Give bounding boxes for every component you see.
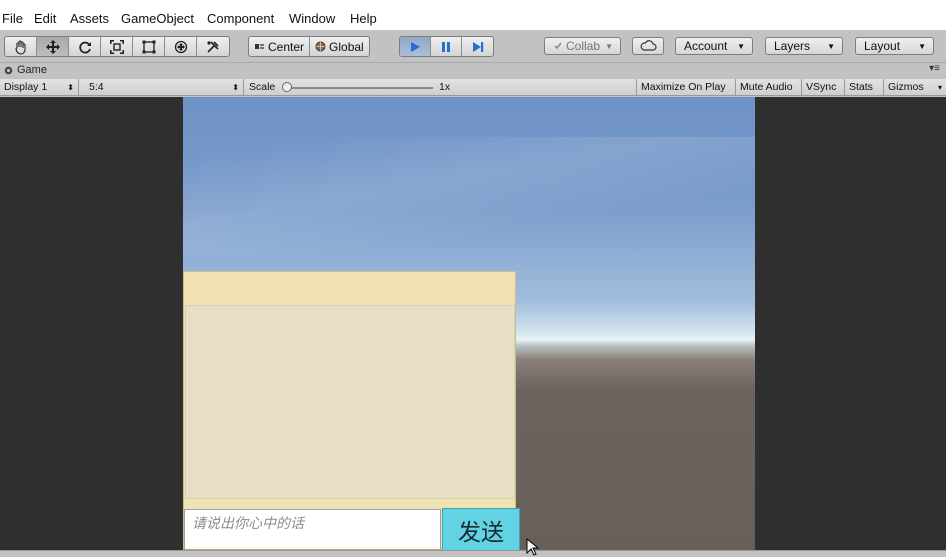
pivot-global-button[interactable]: Global <box>310 37 369 56</box>
custom-tool-button[interactable] <box>197 37 229 56</box>
menu-help[interactable]: Help <box>350 11 377 26</box>
account-label: Account <box>684 39 728 53</box>
stats-toggle[interactable]: Stats <box>845 79 884 96</box>
chevron-down-icon: ▾ <box>937 83 942 92</box>
scale-tool-button[interactable] <box>101 37 133 56</box>
tab-menu-icon[interactable]: ▾≡ <box>929 63 940 74</box>
cloud-button[interactable] <box>632 37 664 55</box>
chevron-down-icon: ▼ <box>605 42 613 51</box>
rect-tool-button[interactable] <box>133 37 165 56</box>
game-tab-bar: Game ▾≡ <box>0 63 946 79</box>
layers-dropdown[interactable]: Layers ▼ <box>765 37 843 55</box>
mute-audio-toggle[interactable]: Mute Audio <box>736 79 802 96</box>
chat-log <box>185 305 515 499</box>
message-input[interactable]: 请说出你心中的话 <box>184 509 441 551</box>
pause-button[interactable] <box>431 37 462 56</box>
pivot-center-button[interactable]: Center <box>249 37 311 56</box>
play-button[interactable] <box>400 37 431 56</box>
vsync-label: VSync <box>806 81 837 93</box>
aspect-label: 5:4 <box>89 81 104 93</box>
vsync-toggle[interactable]: VSync <box>802 79 845 96</box>
playback-controls <box>399 36 494 57</box>
cloud-icon <box>640 40 657 51</box>
step-icon <box>472 41 483 52</box>
maximize-on-play-label: Maximize On Play <box>641 81 726 93</box>
globe-icon <box>315 41 326 52</box>
pivot-center-icon <box>255 44 264 49</box>
scale-value: 1x <box>439 81 451 93</box>
menu-file[interactable]: File <box>2 11 23 26</box>
collab-icon <box>554 42 562 50</box>
transform-tools <box>4 36 230 57</box>
layout-label: Layout <box>864 39 901 53</box>
hand-tool-button[interactable] <box>5 37 37 56</box>
display-label: Display 1 <box>4 81 48 93</box>
chat-header <box>184 272 515 304</box>
gizmos-label: Gizmos <box>888 81 924 93</box>
display-dropdown[interactable]: Display 1 ⬍ <box>0 79 79 96</box>
game-icon <box>4 66 13 75</box>
chevron-down-icon: ▼ <box>827 42 835 51</box>
menu-component[interactable]: Component <box>207 11 274 26</box>
pivot-global-label: Global <box>329 39 364 54</box>
up-down-icon: ⬍ <box>232 83 239 92</box>
menu-window[interactable]: Window <box>289 11 335 26</box>
gizmos-dropdown[interactable]: Gizmos ▾ <box>884 79 946 96</box>
menu-edit[interactable]: Edit <box>34 11 56 26</box>
title-strip <box>0 0 946 8</box>
menu-gameobject[interactable]: GameObject <box>121 11 194 26</box>
main-toolbar: Center Global Collab ▼ Account ▼ Layers … <box>0 30 946 63</box>
play-icon <box>411 41 420 52</box>
cloud-streaks <box>183 137 755 257</box>
rect-tool-icon <box>142 40 155 53</box>
mute-audio-label: Mute Audio <box>740 81 793 93</box>
stats-label: Stats <box>849 81 873 93</box>
scale-label: Scale <box>249 81 276 93</box>
move-tool-button[interactable] <box>37 37 69 56</box>
step-button[interactable] <box>462 37 493 56</box>
maximize-on-play-toggle[interactable]: Maximize On Play <box>636 79 736 96</box>
hand-tool-icon <box>14 39 26 55</box>
scale-control: Scale 1x <box>245 79 635 96</box>
rotate-tool-icon <box>78 41 91 53</box>
up-down-icon: ⬍ <box>67 83 74 92</box>
chevron-down-icon: ▼ <box>918 42 926 51</box>
custom-tool-icon <box>207 40 219 53</box>
pivot-center-label: Center <box>268 39 305 54</box>
menu-assets[interactable]: Assets <box>70 11 109 26</box>
account-dropdown[interactable]: Account ▼ <box>675 37 753 55</box>
scale-tool-icon <box>109 39 124 54</box>
pivot-toggles: Center Global <box>248 36 370 57</box>
scale-slider-track[interactable] <box>286 87 433 89</box>
scale-slider-thumb[interactable] <box>282 82 292 92</box>
layout-dropdown[interactable]: Layout ▼ <box>855 37 934 55</box>
transform-tool-icon <box>174 40 187 53</box>
move-tool-icon <box>45 39 60 54</box>
rotate-tool-button[interactable] <box>69 37 101 56</box>
game-view-toolbar: Display 1 ⬍ 5:4 ⬍ Scale 1x Maximize On P… <box>0 79 946 96</box>
tab-game[interactable]: Game <box>17 64 47 76</box>
chat-panel: 请说出你心中的话 发送 <box>183 271 520 551</box>
chevron-down-icon: ▼ <box>737 42 745 51</box>
collab-dropdown[interactable]: Collab ▼ <box>544 37 621 55</box>
cursor-icon <box>526 538 540 556</box>
status-bar <box>0 550 946 557</box>
transform-tool-button[interactable] <box>165 37 197 56</box>
aspect-dropdown[interactable]: 5:4 ⬍ <box>85 79 244 96</box>
send-button[interactable]: 发送 <box>442 508 520 551</box>
menu-bar: File Edit Assets GameObject Component Wi… <box>0 8 946 30</box>
pause-icon <box>442 41 450 52</box>
layers-label: Layers <box>774 39 811 53</box>
collab-label: Collab <box>566 39 601 53</box>
